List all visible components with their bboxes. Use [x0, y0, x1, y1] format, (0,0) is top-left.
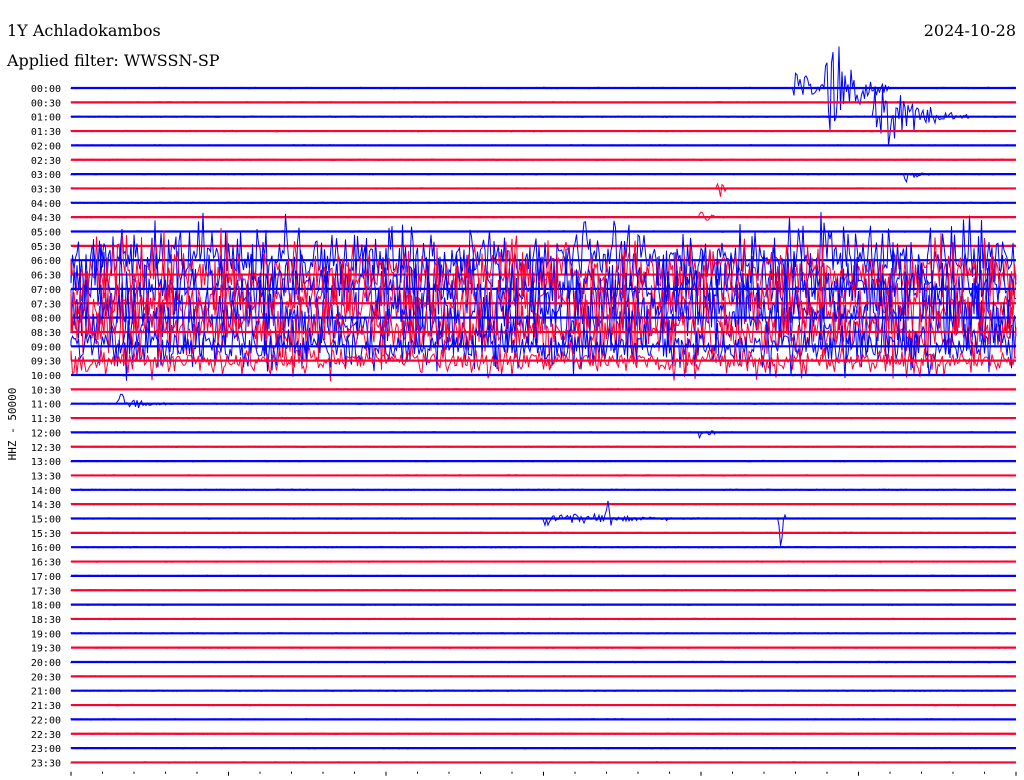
row-time-label: 00:30	[31, 98, 61, 109]
station-title: 1Y Achladokambos	[7, 21, 161, 40]
row-time-label: 13:00	[31, 457, 61, 468]
row-time-label: 10:30	[31, 385, 61, 396]
row-time-label: 07:30	[31, 299, 61, 310]
row-time-label: 23:00	[31, 744, 61, 755]
row-time-label: 15:30	[31, 529, 61, 540]
trace-layer	[70, 46, 1017, 764]
row-time-label: 04:00	[31, 199, 61, 210]
row-time-label: 18:00	[31, 601, 61, 612]
row-time-label: 04:30	[31, 213, 61, 224]
row-time-label: 20:00	[31, 658, 61, 669]
trace-row-1100	[70, 393, 1017, 409]
trace-row-1500	[70, 500, 1017, 546]
row-time-label: 06:00	[31, 256, 61, 267]
row-time-label: 22:00	[31, 715, 61, 726]
trace-row-0330	[70, 182, 1017, 197]
date-label: 2024-10-28	[923, 21, 1016, 40]
row-time-label: 10:00	[31, 371, 61, 382]
row-time-label: 21:30	[31, 701, 61, 712]
row-time-label: 19:30	[31, 644, 61, 655]
row-time-label: 05:00	[31, 228, 61, 239]
row-time-label: 12:30	[31, 443, 61, 454]
minute-tick-layer	[70, 771, 1017, 776]
row-time-label: 14:30	[31, 500, 61, 511]
row-time-label: 19:00	[31, 629, 61, 640]
row-time-label: 15:00	[31, 515, 61, 526]
row-time-label: 14:00	[31, 486, 61, 497]
row-time-label: 13:30	[31, 471, 61, 482]
row-time-label: 12:00	[31, 428, 61, 439]
row-time-label: 22:30	[31, 730, 61, 741]
row-time-label: 23:30	[31, 758, 61, 769]
row-time-label: 00:00	[31, 84, 61, 95]
row-time-label: 20:30	[31, 672, 61, 683]
row-time-label: 08:00	[31, 314, 61, 325]
row-time-label: 03:00	[31, 170, 61, 181]
row-time-label: 08:30	[31, 328, 61, 339]
filter-label: Applied filter: WWSSN-SP	[7, 51, 220, 70]
y-axis-label: HHZ - 50000	[6, 388, 19, 461]
row-time-label: 05:30	[31, 242, 61, 253]
row-time-label: 07:00	[31, 285, 61, 296]
row-time-label: 21:00	[31, 687, 61, 698]
row-time-label: 06:30	[31, 271, 61, 282]
helicorder-chart: 00:00 00:30 01:00 01:30 02:00 02:30 03:00 03:30…	[6, 46, 1017, 776]
row-time-label: 16:30	[31, 558, 61, 569]
row-time-label: 11:30	[31, 414, 61, 425]
row-time-label: 01:00	[31, 113, 61, 124]
row-time-label: 02:30	[31, 156, 61, 167]
row-time-label: 16:00	[31, 543, 61, 554]
row-time-label: 17:00	[31, 572, 61, 583]
row-time-label: 17:30	[31, 586, 61, 597]
row-time-label: 11:00	[31, 400, 61, 411]
row-time-label: 03:30	[31, 184, 61, 195]
row-label-layer: 00:00 00:30 01:00 01:30 02:00 02:30 03:00 03:30…	[31, 84, 61, 769]
row-time-label: 02:00	[31, 141, 61, 152]
row-time-label: 09:00	[31, 342, 61, 353]
row-time-label: 09:30	[31, 357, 61, 368]
row-time-label: 18:30	[31, 615, 61, 626]
row-time-label: 01:30	[31, 127, 61, 138]
